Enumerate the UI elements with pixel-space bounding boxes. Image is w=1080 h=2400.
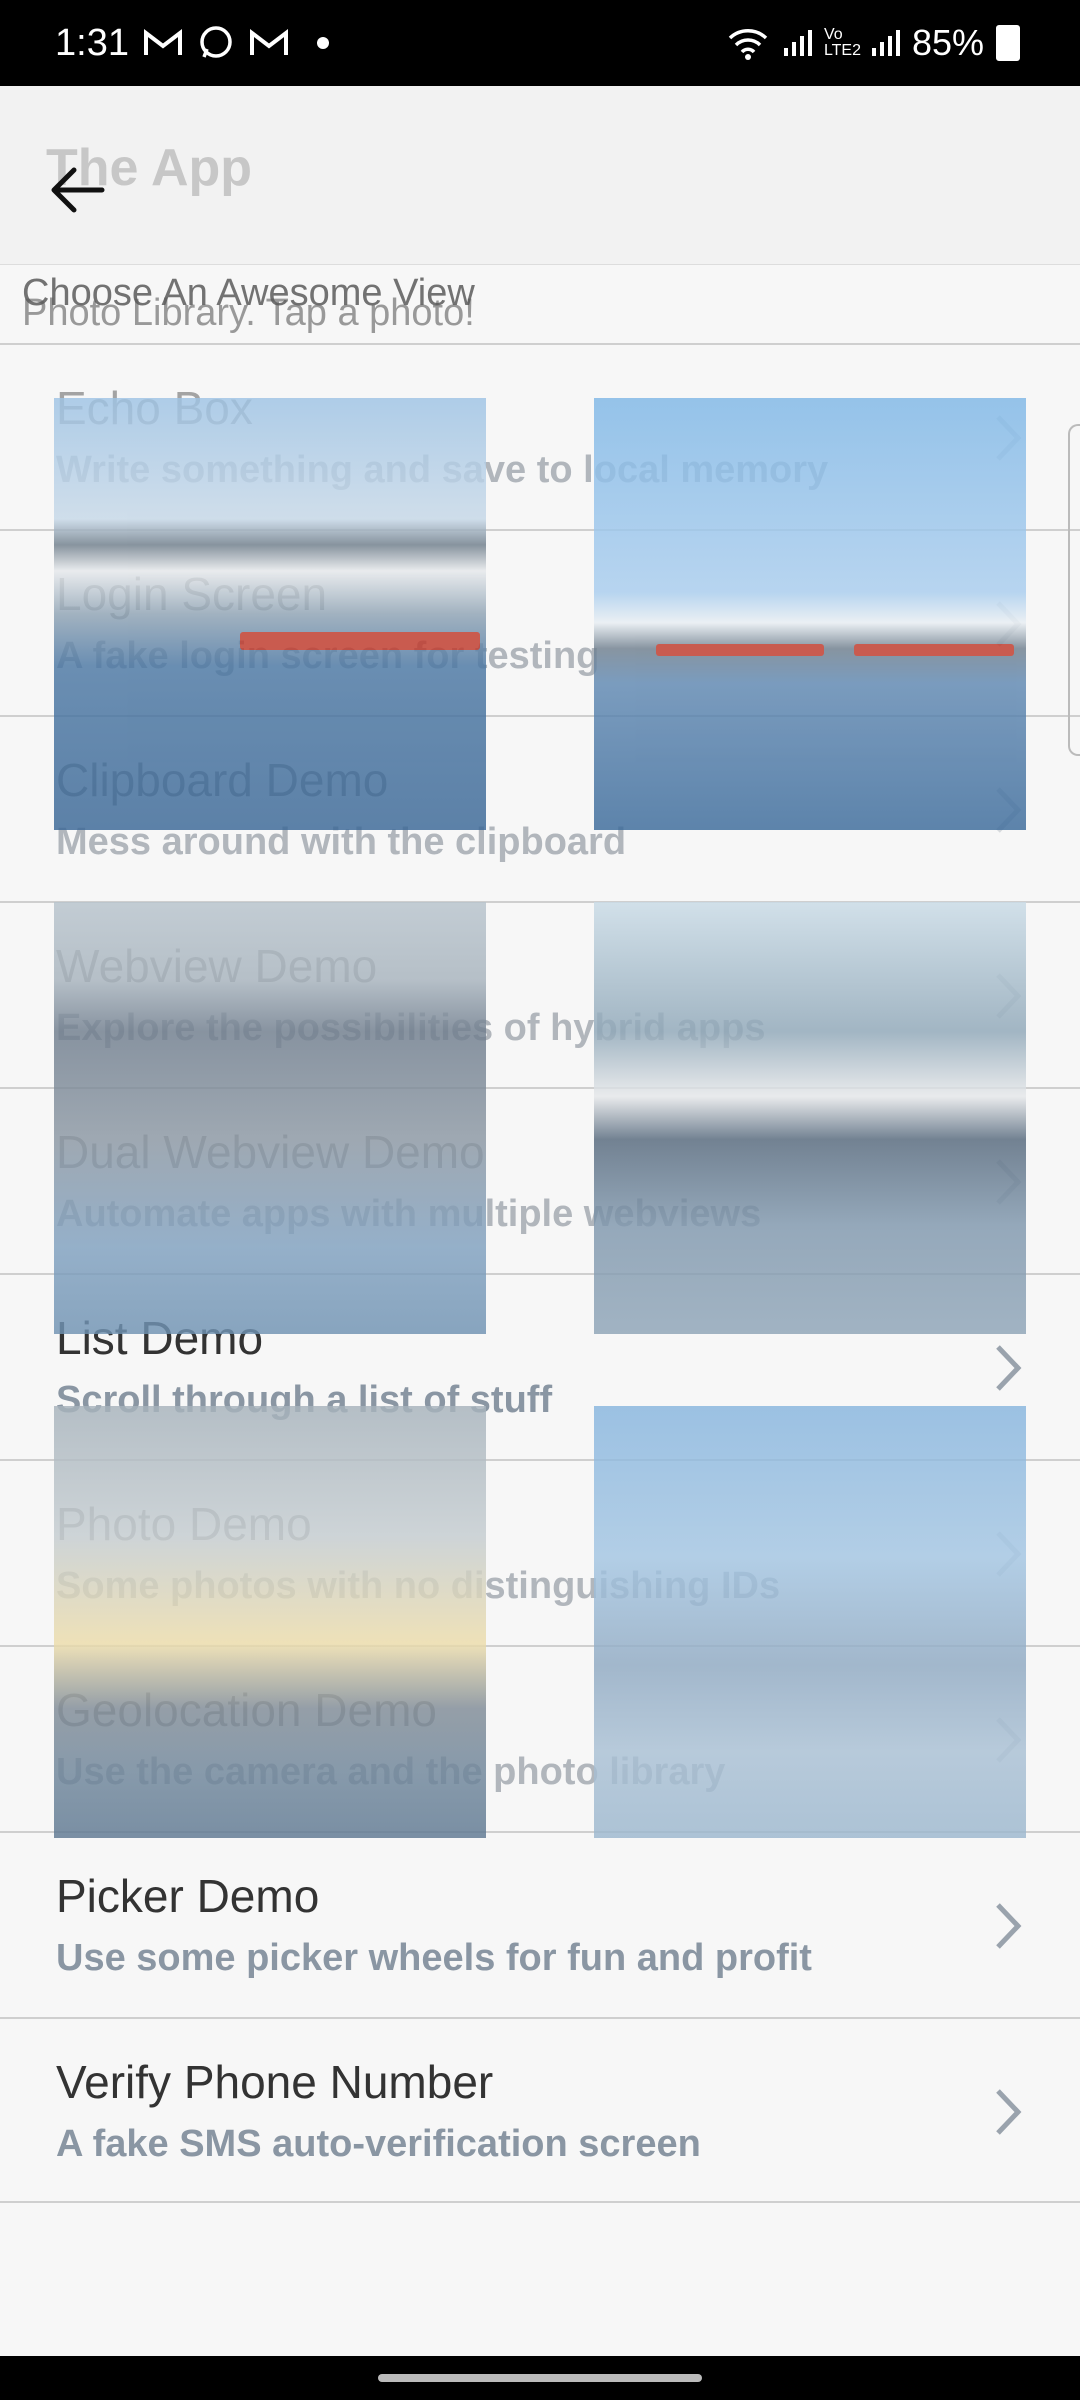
- item-subtitle: Mess around with the clipboard: [56, 821, 627, 863]
- home-gesture-pill[interactable]: [378, 2374, 702, 2382]
- battery-charging-icon: [996, 25, 1020, 61]
- item-subtitle: A fake SMS auto-verification screen: [56, 2123, 701, 2165]
- chevron-right-icon: [996, 1717, 1022, 1763]
- list-item-dual-webview-demo[interactable]: Dual Webview Demo Automate apps with mul…: [0, 1087, 1080, 1273]
- notification-dot-icon: [316, 37, 329, 49]
- photo-library-heading: Photo Library. Tap a photo!: [22, 292, 475, 334]
- list-item-verify-phone-number[interactable]: Verify Phone Number A fake SMS auto-veri…: [0, 2017, 1080, 2203]
- item-subtitle: Use the camera and the photo library: [56, 1751, 726, 1793]
- item-title: Verify Phone Number: [56, 2056, 494, 2108]
- list-item-webview-demo[interactable]: Webview Demo Explore the possibilities o…: [0, 901, 1080, 1087]
- chevron-right-icon: [996, 415, 1022, 461]
- signal-icon: [783, 30, 812, 56]
- demo-list: Echo Box Write something and save to loc…: [0, 343, 1080, 2203]
- chevron-right-icon: [996, 2089, 1022, 2135]
- gmail-icon: [249, 28, 288, 55]
- arrow-left-icon[interactable]: [40, 150, 120, 230]
- status-bar: 1:31 Vo LTE2 85%: [0, 0, 1080, 86]
- item-subtitle: Write something and save to local memory: [56, 449, 829, 491]
- app-header: The App: [0, 86, 1080, 265]
- item-title: Geolocation Demo: [56, 1684, 437, 1736]
- chevron-right-icon: [996, 787, 1022, 833]
- system-nav-bar: [0, 2356, 1080, 2400]
- chevron-right-icon: [996, 1159, 1022, 1205]
- side-drawer-handle[interactable]: [1068, 424, 1080, 756]
- list-item-list-demo[interactable]: List Demo Scroll through a list of stuff: [0, 1273, 1080, 1459]
- item-subtitle: Some photos with no distinguishing IDs: [56, 1565, 781, 1607]
- list-item-login-screen[interactable]: Login Screen A fake login screen for tes…: [0, 529, 1080, 715]
- chevron-right-icon: [996, 1531, 1022, 1577]
- list-item-geolocation-demo[interactable]: Geolocation Demo Use the camera and the …: [0, 1645, 1080, 1831]
- item-subtitle: Explore the possibilities of hybrid apps: [56, 1007, 766, 1049]
- item-title: List Demo: [56, 1312, 264, 1364]
- item-subtitle: Use some picker wheels for fun and profi…: [56, 1937, 812, 1979]
- gmail-icon: [143, 28, 182, 55]
- battery-percent: 85%: [911, 22, 984, 63]
- list-item-echo-box[interactable]: Echo Box Write something and save to loc…: [0, 343, 1080, 529]
- item-title: Login Screen: [56, 568, 328, 620]
- item-title: Dual Webview Demo: [56, 1126, 485, 1178]
- item-title: Photo Demo: [56, 1498, 312, 1550]
- chevron-right-icon: [996, 973, 1022, 1019]
- list-item-clipboard-demo[interactable]: Clipboard Demo Mess around with the clip…: [0, 715, 1080, 901]
- wifi-icon: [728, 29, 768, 60]
- whatsapp-icon: [200, 26, 232, 58]
- item-subtitle: A fake login screen for testing: [56, 635, 600, 677]
- chevron-right-icon: [996, 1903, 1022, 1949]
- chevron-right-icon: [996, 601, 1022, 647]
- item-subtitle: Scroll through a list of stuff: [56, 1379, 553, 1421]
- status-time: 1:31: [55, 21, 129, 64]
- chevron-right-icon: [996, 1345, 1022, 1391]
- signal-icon: [871, 30, 900, 56]
- item-title: Echo Box: [56, 382, 253, 434]
- list-item-photo-demo[interactable]: Photo Demo Some photos with no distingui…: [0, 1459, 1080, 1645]
- network-label: Vo LTE2: [823, 26, 861, 59]
- list-item-picker-demo[interactable]: Picker Demo Use some picker wheels for f…: [0, 1831, 1080, 2017]
- item-title: Clipboard Demo: [56, 754, 389, 806]
- item-title: Webview Demo: [56, 940, 378, 992]
- item-title: Picker Demo: [56, 1870, 320, 1922]
- item-subtitle: Automate apps with multiple webviews: [56, 1193, 762, 1235]
